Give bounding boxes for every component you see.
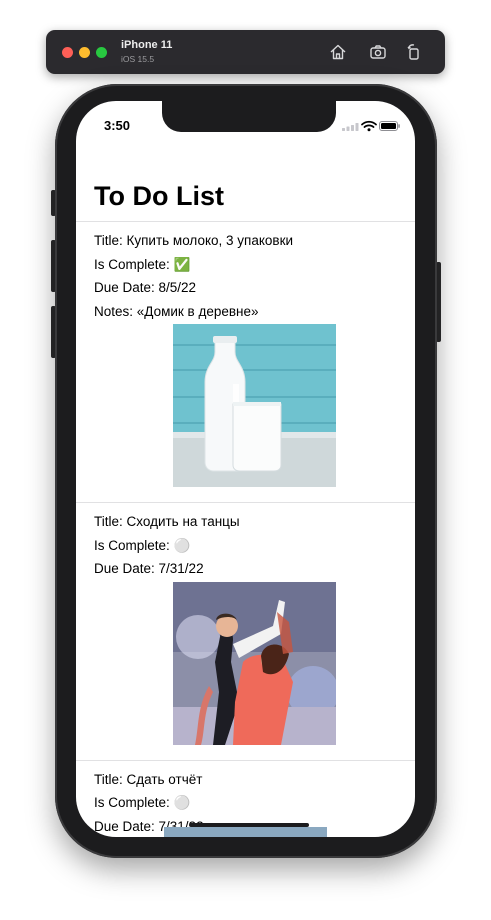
minimize-window-button[interactable]	[79, 47, 90, 58]
item-complete-status: Is Complete: ⚪️	[94, 795, 191, 810]
todo-item[interactable]: Title: Купить молоко, 3 упаковки Is Comp…	[76, 222, 415, 502]
wifi-icon	[361, 120, 377, 132]
iphone-screen: 3:50 To Do List Title: Купить молоко, 3 …	[76, 101, 415, 837]
home-indicator[interactable]	[189, 823, 309, 827]
page-title: To Do List	[94, 181, 224, 211]
simulator-os-version: iOS 15.5	[121, 54, 155, 64]
item-complete-status: Is Complete: ⚪️	[94, 537, 191, 553]
todo-list: Title: Купить молоко, 3 упаковки Is Comp…	[76, 221, 415, 837]
milk-photo	[173, 324, 336, 487]
item-notes: Notes: «Домик в деревне»	[94, 303, 259, 319]
next-photo-partial	[164, 827, 327, 837]
notch	[162, 101, 336, 132]
item-title: Title: Сходить на танцы	[94, 514, 240, 529]
item-title: Title: Сдать отчёт	[94, 771, 203, 787]
rotate-icon[interactable]	[404, 42, 424, 62]
dance-photo	[173, 581, 336, 745]
cellular-signal-icon	[342, 123, 359, 131]
item-due-date: Due Date: 7/31/22	[94, 561, 204, 576]
simulator-device-name: iPhone 11	[121, 39, 173, 51]
item-title: Title: Купить молоко, 3 упаковки	[94, 233, 294, 248]
screenshot-icon[interactable]	[368, 42, 388, 62]
zoom-window-button[interactable]	[96, 47, 107, 58]
battery-icon	[379, 121, 400, 131]
close-window-button[interactable]	[62, 47, 73, 58]
home-icon[interactable]	[328, 42, 348, 62]
todo-item[interactable]: Title: Сходить на танцы Is Complete: ⚪️ …	[76, 503, 415, 760]
item-due-date: Due Date: 8/5/22	[94, 280, 197, 295]
status-time: 3:50	[104, 118, 131, 133]
status-icons	[342, 120, 400, 132]
item-complete-status: Is Complete: ✅	[94, 256, 191, 272]
simulator-title-bar: iPhone 11 iOS 15.5	[46, 30, 445, 74]
